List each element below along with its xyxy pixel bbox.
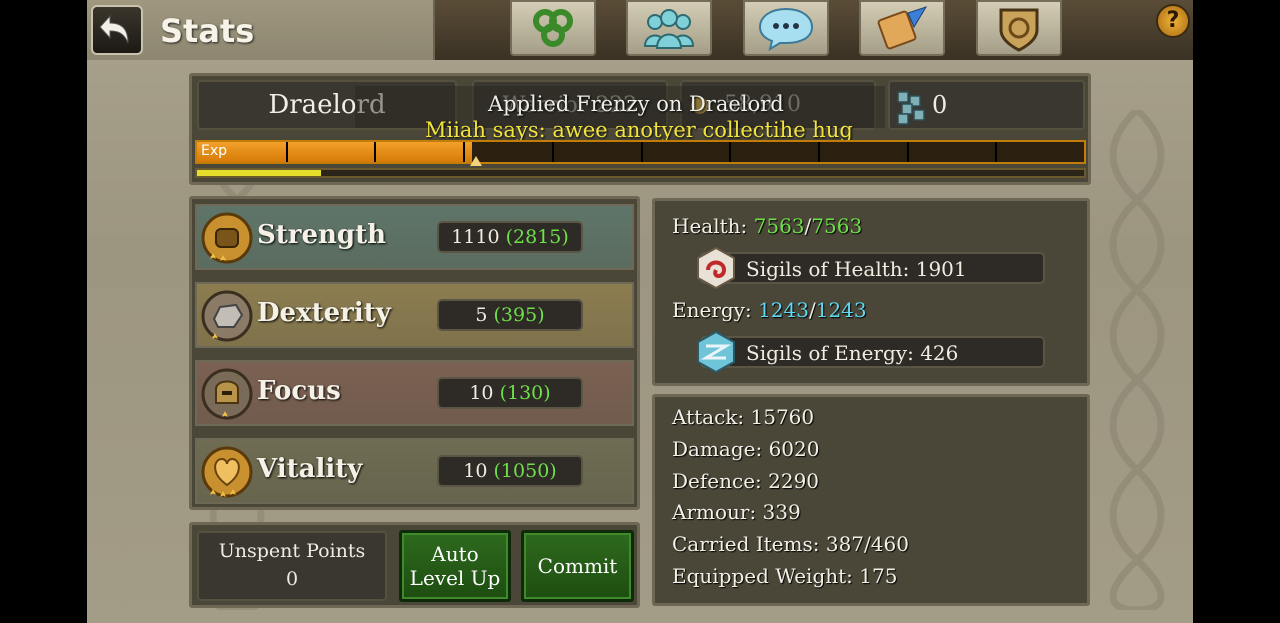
auto-level-up-button[interactable]: Auto Level Up	[399, 530, 511, 602]
defence-stat: Defence: 2290	[672, 469, 820, 493]
vitality-heart-icon	[201, 446, 253, 498]
exp-segment-divider	[995, 142, 998, 162]
stat-value-strength: 1110 (2815)	[437, 221, 583, 253]
guild-shield-icon	[999, 8, 1039, 52]
attack-stat: Attack: 15760	[672, 405, 815, 429]
exp-bar: Exp	[195, 140, 1086, 164]
exp-segment-divider	[817, 142, 820, 162]
energy-sigil-icon	[697, 330, 735, 374]
exp-segment-divider	[463, 142, 466, 162]
quest-scroll-icon	[877, 6, 928, 50]
group-icon	[643, 9, 695, 49]
back-arrow-icon	[99, 14, 129, 44]
gem-stack-icon	[897, 91, 925, 125]
exp-segment-divider	[285, 142, 288, 162]
gem-display: 0	[888, 80, 1085, 130]
health-sigil-icon	[697, 246, 735, 290]
stat-value-focus: 10 (130)	[437, 377, 583, 409]
carried-items-stat: Carried Items: 387/460	[672, 532, 909, 556]
damage-stat: Damage: 6020	[672, 437, 820, 461]
stat-name-vitality: Vitality	[257, 454, 363, 484]
nav-button-chat[interactable]	[743, 0, 829, 56]
exp-fill	[197, 142, 472, 162]
exp-segment-divider	[551, 142, 554, 162]
stat-row-strength[interactable]: Strength 1110 (2815)	[195, 204, 634, 270]
stat-row-focus[interactable]: Focus 10 (130)	[195, 360, 634, 426]
stat-row-dexterity[interactable]: Dexterity 5 (395)	[195, 282, 634, 348]
stat-name-strength: Strength	[257, 220, 387, 250]
stat-value-dexterity: 5 (395)	[437, 299, 583, 331]
nav-button-guild[interactable]	[976, 0, 1062, 56]
energy-readout: Energy: 1243/1243	[672, 298, 867, 322]
stat-name-dexterity: Dexterity	[257, 298, 391, 328]
nav-button-group[interactable]	[626, 0, 712, 56]
health-readout: Health: 7563/7563	[672, 214, 863, 238]
unspent-points-label: Unspent Points	[218, 540, 366, 562]
exp-segment-divider	[374, 142, 377, 162]
nav-button-skills[interactable]	[510, 0, 596, 56]
back-button[interactable]	[91, 5, 143, 55]
sigils-of-energy: Sigils of Energy: 426	[700, 336, 1045, 368]
unspent-points-value: 0	[285, 568, 299, 590]
unspent-points: Unspent Points 0	[197, 531, 387, 601]
focus-helmet-icon	[201, 368, 253, 420]
chat-bubble-icon	[758, 7, 814, 51]
secondary-progress-fill	[197, 170, 322, 176]
help-button[interactable]: ?	[1156, 4, 1190, 38]
secondary-progress-bar	[195, 168, 1086, 178]
stat-name-focus: Focus	[257, 376, 341, 406]
celtic-knot-ornament	[1109, 110, 1165, 610]
exp-segment-divider	[729, 142, 732, 162]
exp-segment-divider	[906, 142, 909, 162]
exp-label: Exp	[201, 143, 228, 159]
equipped-weight-stat: Equipped Weight: 175	[672, 564, 898, 588]
combat-notification: Applied Frenzy on Draelord	[488, 92, 784, 116]
chat-message: Miiah says: awee anotyer collectihe hug	[425, 118, 853, 142]
strength-fist-icon	[201, 212, 253, 264]
commit-button[interactable]: Commit	[521, 530, 634, 602]
page-title: Stats	[160, 12, 255, 50]
sigils-of-health: Sigils of Health: 1901	[700, 252, 1045, 284]
stat-row-vitality[interactable]: Vitality 10 (1050)	[195, 438, 634, 504]
dexterity-gauntlet-icon	[201, 290, 253, 342]
triskele-icon	[533, 9, 573, 47]
stat-value-vitality: 10 (1050)	[437, 455, 583, 487]
exp-marker	[470, 156, 482, 166]
exp-segment-divider	[640, 142, 643, 162]
gem-value: 0	[932, 91, 948, 119]
armour-stat: Armour: 339	[672, 500, 801, 524]
nav-button-quests[interactable]	[859, 0, 945, 56]
